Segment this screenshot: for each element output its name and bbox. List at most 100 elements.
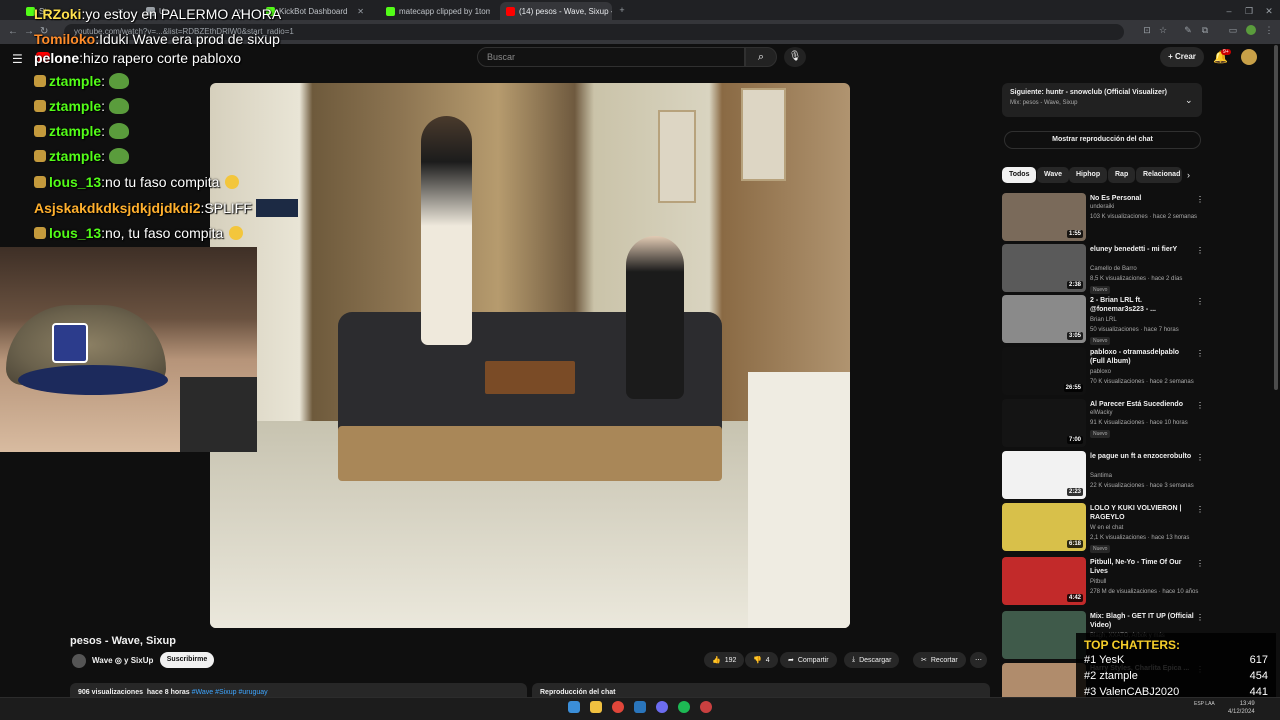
recommended-video[interactable]: 1:55 No Es Personal underaiki 103 K visuali… (1002, 193, 1204, 241)
minimize-window-icon[interactable]: – (1224, 6, 1234, 16)
hashtags[interactable]: #Wave #Sixup #uruguay (192, 689, 268, 696)
recommended-video[interactable]: 7:00 Al Parecer Está Sucediendo elWacky 91 … (1002, 399, 1204, 447)
video-title[interactable]: pabloxo - otramasdelpablo (Full Album) (1090, 348, 1194, 366)
video-thumbnail[interactable]: 2:38 (1002, 244, 1086, 292)
chrome-icon[interactable] (612, 701, 624, 713)
extensions-puzzle-icon[interactable]: ⧉ (1200, 25, 1210, 35)
video-channel[interactable]: Pitbull (1090, 579, 1106, 585)
more-vertical-icon[interactable]: ⋮ (1196, 505, 1204, 514)
more-vertical-icon[interactable]: ⋮ (1196, 195, 1204, 204)
video-channel[interactable]: pabloxo (1090, 369, 1111, 375)
video-channel[interactable]: elWacky (1090, 410, 1112, 416)
chat-username[interactable]: ztample (49, 73, 101, 89)
chat-username[interactable]: lous_13 (49, 225, 101, 241)
chat-username[interactable]: ztample (49, 123, 101, 139)
filter-chip[interactable]: Hiphop (1069, 167, 1108, 183)
video-channel[interactable]: Santima (1090, 473, 1112, 479)
more-vertical-icon[interactable]: ⋮ (1196, 559, 1204, 568)
more-vertical-icon[interactable]: ⋮ (1196, 297, 1204, 306)
video-thumbnail[interactable]: 4:42 (1002, 557, 1086, 605)
like-button[interactable]: 👍 192 (704, 652, 745, 668)
browser-menu-icon[interactable]: ⋮ (1264, 25, 1274, 35)
video-title[interactable]: LOLO Y KUKI VOLVIERON | RAGEYLO (1090, 504, 1194, 522)
chat-username[interactable]: ztample (49, 98, 101, 114)
spotify-icon[interactable] (678, 701, 690, 713)
restore-window-icon[interactable]: ❐ (1244, 6, 1254, 16)
guide-menu-icon[interactable]: ☰ (12, 52, 23, 66)
filter-chip[interactable]: Relacionad (1136, 167, 1182, 183)
video-title[interactable]: le pague un ft a enzocerobulto (1090, 452, 1194, 461)
browser-tab[interactable]: (14) pesos - Wave, Sixup - YouT...✕ (500, 2, 612, 20)
new-tab-icon[interactable]: + (617, 5, 627, 15)
bookmark-star-icon[interactable]: ☆ (1158, 25, 1168, 35)
forward-icon[interactable]: → (24, 26, 34, 37)
filter-chip[interactable]: Todos (1002, 167, 1037, 183)
chat-username[interactable]: lous_13 (49, 174, 101, 190)
language-indicator[interactable]: ESP LAA (1194, 700, 1215, 708)
system-clock[interactable]: 13:49 4/12/2024 (1228, 700, 1255, 716)
profile-icon[interactable] (1246, 25, 1256, 35)
create-button[interactable]: + Crear (1160, 47, 1204, 67)
steam-icon[interactable] (634, 701, 646, 713)
chat-username[interactable]: pelone (34, 50, 79, 66)
video-channel[interactable]: Brian LRL (1090, 317, 1117, 323)
more-vertical-icon[interactable]: ⋮ (1196, 401, 1204, 410)
chat-username[interactable]: ztample (49, 148, 101, 164)
dislike-button[interactable]: 👎 4 (745, 652, 778, 668)
browser-tab[interactable]: matecapp clipped by 1tomiloko✕ (380, 2, 490, 20)
recommended-video[interactable]: 26:55 pabloxo - otramasdelpablo (Full Alb… (1002, 347, 1204, 395)
channel-avatar[interactable] (72, 654, 86, 668)
search-button[interactable]: ⌕ (745, 47, 777, 67)
file-explorer-icon[interactable] (590, 701, 602, 713)
chat-username[interactable]: Asjskakdkdksjdkjdjdkdi2 (34, 200, 201, 216)
video-thumbnail[interactable]: 6:18 (1002, 503, 1086, 551)
video-thumbnail[interactable]: 1:55 (1002, 193, 1086, 241)
more-actions-button[interactable]: ⋯ (970, 652, 987, 668)
chevron-right-icon[interactable]: › (1187, 170, 1190, 180)
user-avatar[interactable] (1241, 49, 1257, 65)
chat-username[interactable]: LRZoki (34, 6, 81, 22)
video-channel[interactable]: underaiki (1090, 204, 1114, 210)
recommended-video[interactable]: 3:05 2 - Brian LRL ft. @fonemar3s223 - ..… (1002, 295, 1204, 345)
more-vertical-icon[interactable]: ⋮ (1196, 246, 1204, 255)
close-window-icon[interactable]: ✕ (1264, 6, 1274, 16)
recommended-video[interactable]: 2:38 eluney benedetti - mi fierY Camello d… (1002, 244, 1204, 294)
video-title[interactable]: 2 - Brian LRL ft. @fonemar3s223 - ... (1090, 296, 1194, 314)
video-title[interactable]: No Es Personal (1090, 194, 1194, 203)
video-channel[interactable]: Camello de Barro (1090, 266, 1137, 272)
more-vertical-icon[interactable]: ⋮ (1196, 613, 1204, 622)
recommended-video[interactable]: 6:18 LOLO Y KUKI VOLVIERON | RAGEYLO W en … (1002, 503, 1204, 553)
chevron-down-icon[interactable]: ⌄ (1185, 95, 1193, 106)
recommended-video[interactable]: 4:42 Pitbull, Ne-Yo - Time Of Our Lives Pi… (1002, 557, 1204, 605)
video-title[interactable]: Pitbull, Ne-Yo - Time Of Our Lives (1090, 558, 1194, 576)
channel-name[interactable]: Wave ◎ y SixUp (92, 656, 153, 665)
app-icon[interactable] (700, 701, 712, 713)
video-thumbnail[interactable]: 26:55 (1002, 347, 1086, 395)
page-scrollbar[interactable] (1274, 45, 1278, 390)
video-title[interactable]: eluney benedetti - mi fierY (1090, 245, 1194, 254)
filter-chip[interactable]: Rap (1108, 167, 1136, 183)
show-chat-replay-button[interactable]: Mostrar reproducción del chat (1004, 131, 1201, 149)
video-thumbnail[interactable]: 7:00 (1002, 399, 1086, 447)
video-title[interactable]: Mix: Blagh - GET IT UP (Official Video) (1090, 612, 1194, 630)
video-thumbnail[interactable] (1002, 611, 1086, 659)
start-menu-icon[interactable] (568, 701, 580, 713)
video-thumbnail[interactable]: 3:05 (1002, 295, 1086, 343)
extension-icon[interactable]: ✎ (1183, 25, 1193, 35)
recommended-video[interactable]: 2:23 le pague un ft a enzocerobulto Santim… (1002, 451, 1204, 499)
discord-icon[interactable] (656, 701, 668, 713)
video-player[interactable] (210, 83, 850, 628)
clip-button[interactable]: ✂ Recortar (913, 652, 966, 668)
subscribe-button[interactable]: Suscribirme (160, 652, 214, 668)
back-icon[interactable]: ← (8, 26, 18, 37)
close-tab-icon[interactable]: ✕ (357, 7, 364, 16)
search-input[interactable]: Buscar (477, 47, 745, 67)
filter-chip[interactable]: Wave (1037, 167, 1070, 183)
sidebar-icon[interactable]: ▭ (1228, 25, 1238, 35)
up-next-panel[interactable]: Siguiente: huntr - snowclub (Official Vi… (1002, 83, 1202, 117)
share-button[interactable]: ➦ Compartir (780, 652, 837, 668)
voice-search-button[interactable]: 🎙 (784, 47, 806, 67)
install-icon[interactable]: ⊡ (1142, 25, 1152, 35)
video-channel[interactable]: W en el chat (1090, 525, 1123, 531)
video-title[interactable]: Al Parecer Está Sucediendo (1090, 400, 1194, 409)
